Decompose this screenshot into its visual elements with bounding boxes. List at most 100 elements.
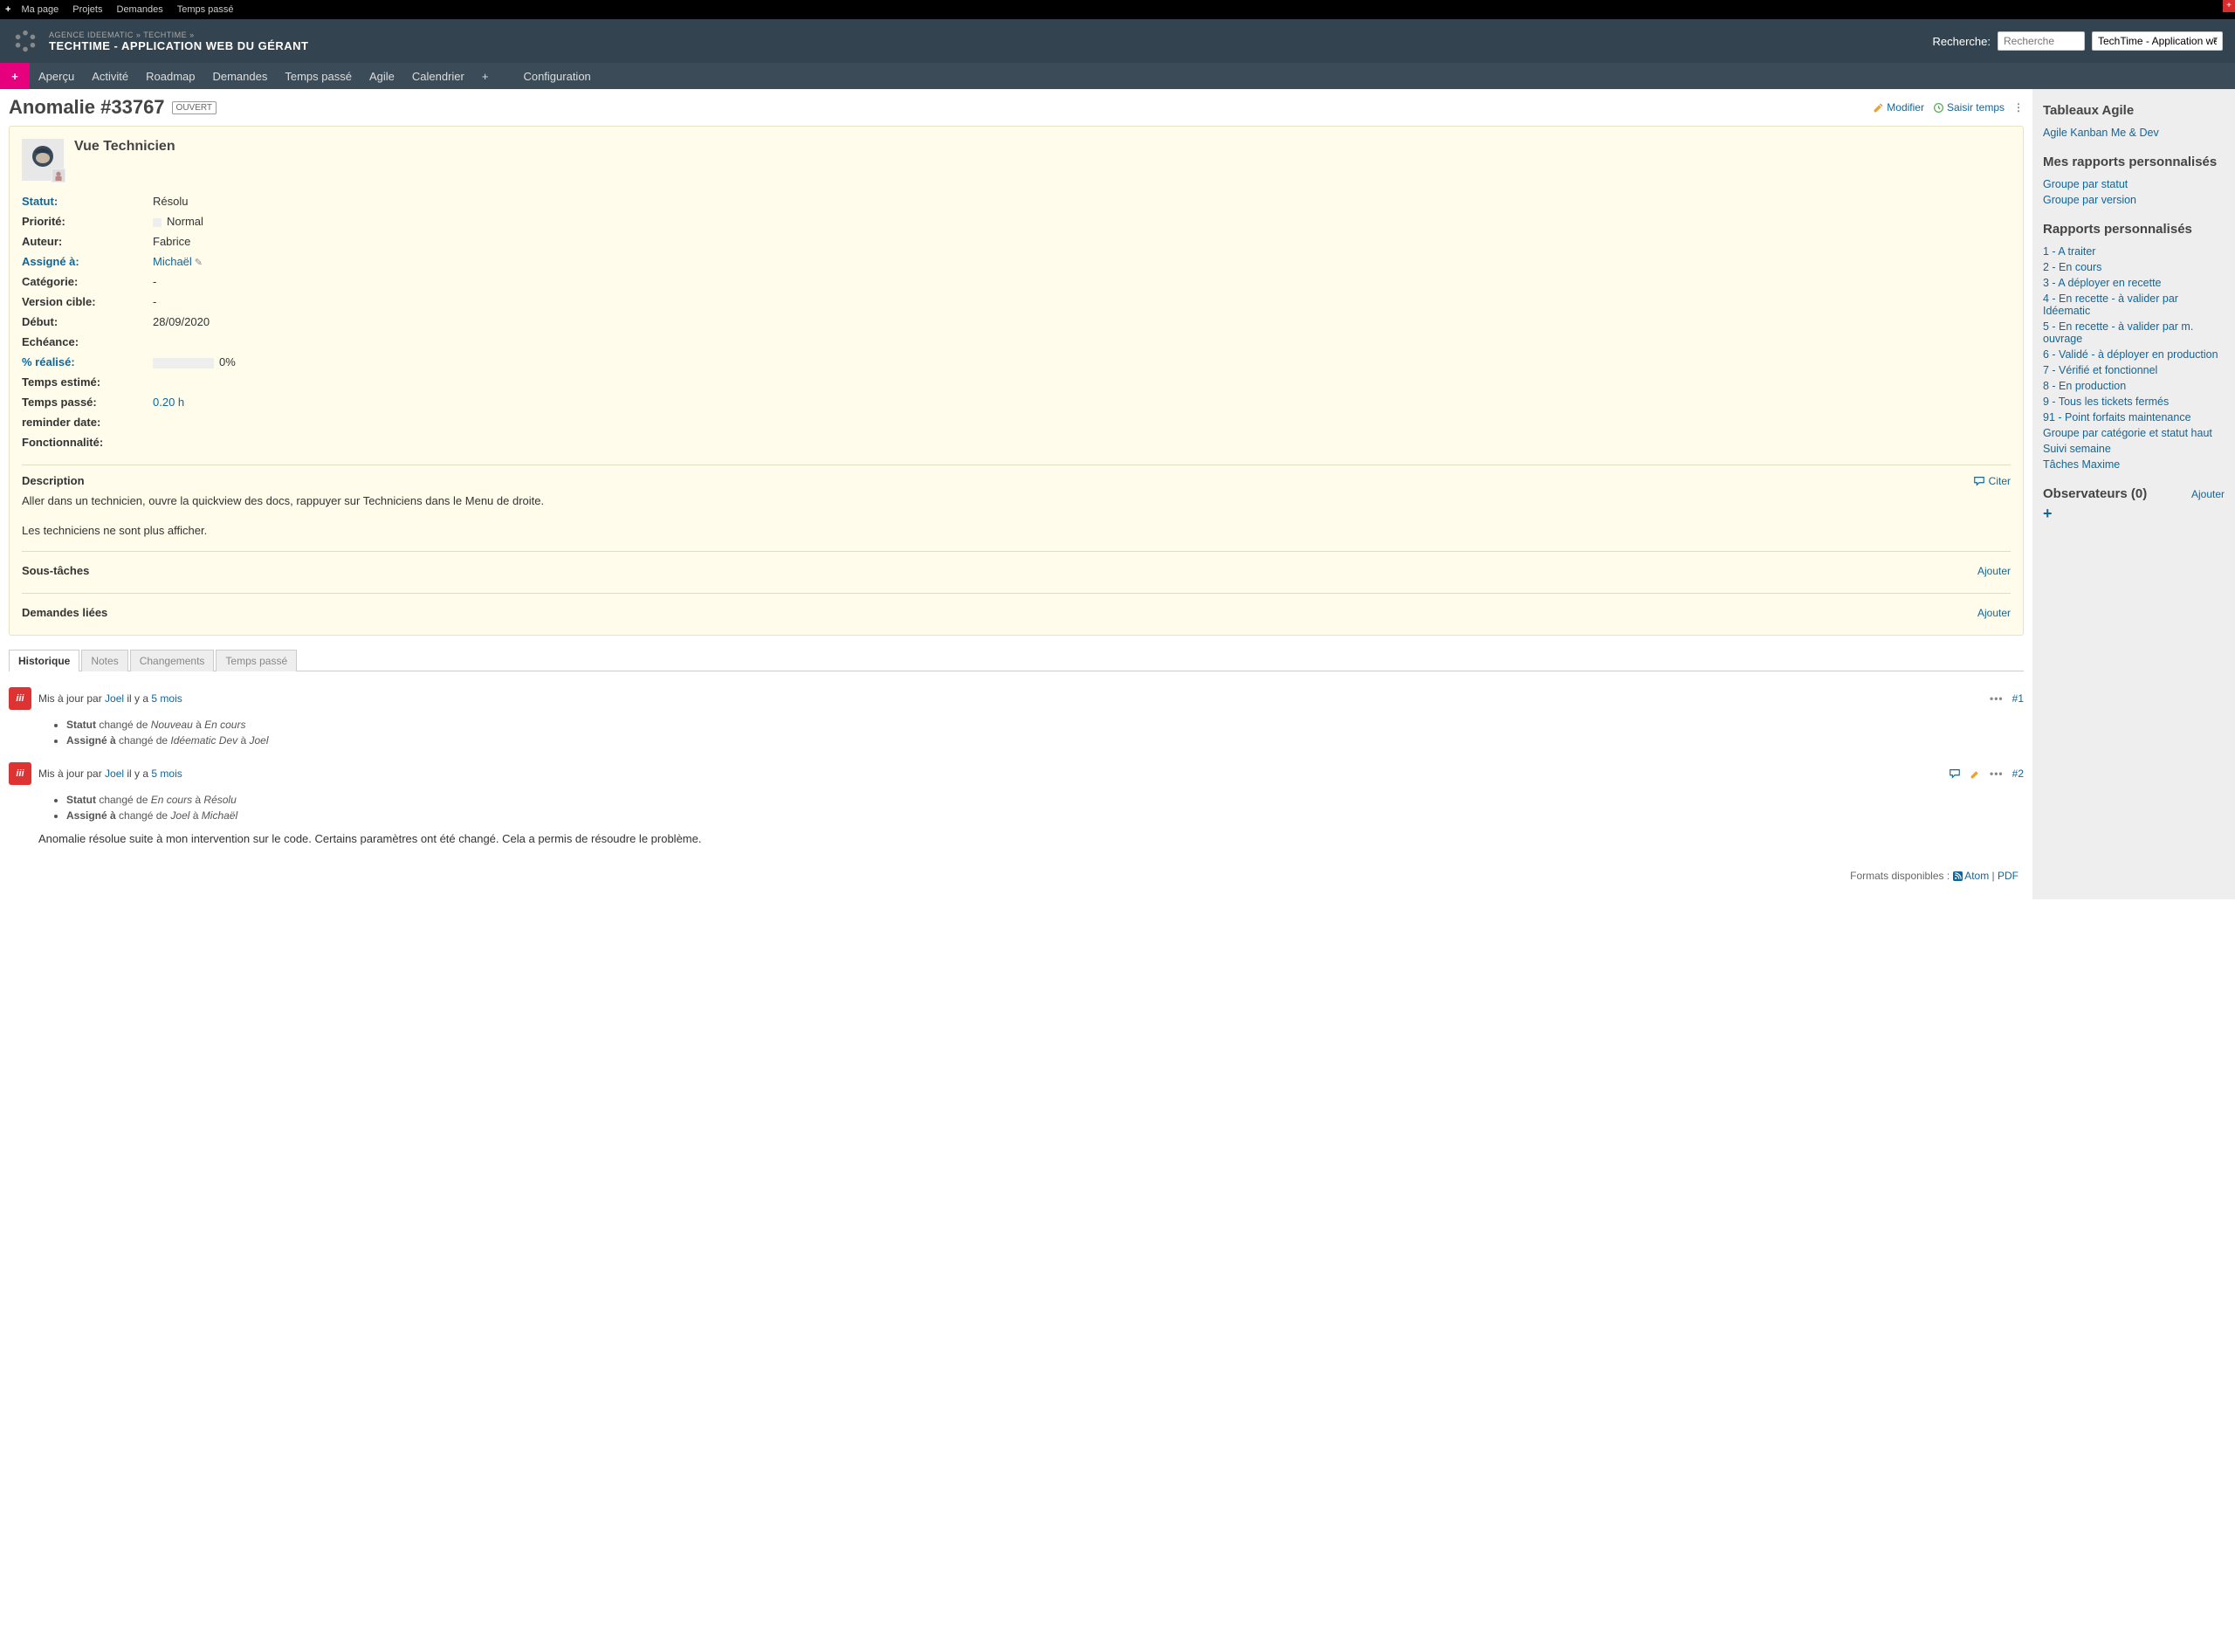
sidebar-rapport-9[interactable]: 91 - Point forfaits maintenance	[2043, 410, 2225, 425]
sidebar-rapport-3[interactable]: 4 - En recette - à valider par Idéematic	[2043, 291, 2225, 319]
entry-avatar: iii	[9, 762, 31, 785]
sidebar-rapport-7[interactable]: 8 - En production	[2043, 378, 2225, 394]
nav-roadmap[interactable]: Roadmap	[137, 63, 203, 89]
sidebar-mesrapports-heading: Mes rapports personnalisés	[2043, 155, 2225, 169]
sidebar-observateurs-add[interactable]: Ajouter	[2191, 488, 2225, 500]
sidebar-rapport-11[interactable]: Suivi semaine	[2043, 441, 2225, 457]
sidebar-rapport-12[interactable]: Tâches Maxime	[2043, 457, 2225, 472]
topbar-mapage[interactable]: Ma page	[14, 4, 65, 15]
change-item: Statut changé de Nouveau à En cours	[66, 717, 2024, 733]
entry-user-link[interactable]: Joel	[105, 767, 124, 780]
nav-calendrier[interactable]: Calendrier	[403, 63, 473, 89]
search-input[interactable]	[1998, 31, 2085, 51]
nav-apercu[interactable]: Aperçu	[30, 63, 83, 89]
entry-meta: Mis à jour par Joel il y a 5 mois	[38, 767, 182, 780]
field-version-value: -	[153, 295, 156, 308]
project-select[interactable]	[2092, 31, 2223, 51]
field-assigne-value: Michaël✎	[153, 255, 203, 268]
edit-assigne-icon[interactable]: ✎	[195, 258, 203, 268]
status-badge: OUVERT	[172, 101, 217, 114]
sidebar-mesrapport-1[interactable]: Groupe par version	[2043, 192, 2225, 208]
topbar-plus-icon[interactable]: +	[5, 4, 14, 15]
sidebar-rapports-heading: Rapports personnalisés	[2043, 222, 2225, 237]
citer-link[interactable]: Citer	[1973, 475, 2011, 487]
nav-add[interactable]: +	[473, 63, 498, 89]
sidebar-rapport-10[interactable]: Groupe par catégorie et statut haut	[2043, 425, 2225, 441]
field-estime-label: Temps estimé:	[22, 375, 153, 389]
sidebar-mesrapport-0[interactable]: Groupe par statut	[2043, 176, 2225, 192]
history-tabs: Historique Notes Changements Temps passé	[9, 650, 2024, 671]
entry-anchor-link[interactable]: #1	[2012, 692, 2024, 705]
search-label: Recherche:	[1933, 35, 1991, 48]
field-statut-value: Résolu	[153, 195, 188, 208]
sub-avatar	[52, 169, 65, 182]
entry-time-link[interactable]: 5 mois	[151, 692, 182, 705]
saisir-temps-link[interactable]: Saisir temps	[1933, 101, 2005, 114]
nav-temps[interactable]: Temps passé	[276, 63, 361, 89]
sidebar-agile-link[interactable]: Agile Kanban Me & Dev	[2043, 125, 2225, 141]
topbar-projets[interactable]: Projets	[65, 4, 109, 15]
field-fonc-label: Fonctionnalité:	[22, 436, 153, 449]
clock-icon	[1933, 102, 1944, 114]
field-debut-value: 28/09/2020	[153, 315, 210, 328]
sidebar-observateurs-heading: Observateurs (0)	[2043, 486, 2147, 501]
change-item: Statut changé de En cours à Résolu	[66, 792, 2024, 808]
format-pdf-link[interactable]: PDF	[1998, 870, 2018, 882]
entry-anchor-link[interactable]: #2	[2012, 767, 2024, 780]
more-icon[interactable]: ⋮	[2013, 101, 2024, 114]
avatar	[22, 139, 64, 181]
field-realise-label[interactable]: % réalisé:	[22, 355, 153, 368]
field-echeance-label: Echéance:	[22, 335, 153, 348]
topbar-demandes[interactable]: Demandes	[110, 4, 170, 15]
field-statut-label[interactable]: Statut:	[22, 195, 153, 208]
logo-icon	[12, 28, 38, 54]
sidebar-rapport-4[interactable]: 5 - En recette - à valider par m. ouvrag…	[2043, 319, 2225, 347]
topbar-temps[interactable]: Temps passé	[170, 4, 241, 15]
speech-icon[interactable]	[1949, 767, 1961, 780]
nav-agile[interactable]: Agile	[361, 63, 403, 89]
topbar-close-icon[interactable]: +	[2223, 0, 2235, 12]
sidebar-rapport-8[interactable]: 9 - Tous les tickets fermés	[2043, 394, 2225, 410]
sidebar-rapport-0[interactable]: 1 - A traiter	[2043, 244, 2225, 259]
entry-avatar: iii	[9, 687, 31, 710]
tab-temps[interactable]: Temps passé	[216, 650, 297, 671]
main-nav: + Aperçu Activité Roadmap Demandes Temps…	[0, 63, 2235, 89]
entry-more-icon[interactable]: •••	[1990, 692, 2004, 705]
field-assigne-label[interactable]: Assigné à:	[22, 255, 153, 268]
entry-more-icon[interactable]: •••	[1990, 767, 2004, 780]
tab-notes[interactable]: Notes	[81, 650, 127, 671]
speech-icon	[1973, 475, 1985, 487]
tab-historique[interactable]: Historique	[9, 650, 79, 671]
nav-plus-button[interactable]: +	[0, 63, 30, 89]
nav-activite[interactable]: Activité	[83, 63, 137, 89]
sidebar-rapport-5[interactable]: 6 - Validé - à déployer en production	[2043, 347, 2225, 362]
tab-changements[interactable]: Changements	[130, 650, 215, 671]
related-add-link[interactable]: Ajouter	[1977, 607, 2011, 619]
assigne-user-link[interactable]: Michaël	[153, 255, 192, 268]
sidebar-rapport-2[interactable]: 3 - A déployer en recette	[2043, 275, 2225, 291]
formats-footer: Formats disponibles : Atom | PDF	[9, 870, 2024, 882]
nav-configuration[interactable]: Configuration	[514, 63, 599, 89]
field-auteur-value: Fabrice	[153, 235, 190, 248]
format-atom-link[interactable]: Atom	[1964, 870, 1989, 882]
pencil-icon[interactable]	[1970, 768, 1981, 780]
field-version-label: Version cible:	[22, 295, 153, 308]
subtasks-add-link[interactable]: Ajouter	[1977, 565, 2011, 577]
rss-icon	[1953, 871, 1963, 881]
history-entry: iii Mis à jour par Joel il y a 5 mois ••• #…	[9, 755, 2024, 852]
description-heading: Description	[22, 474, 85, 487]
entry-user-link[interactable]: Joel	[105, 692, 124, 705]
field-categorie-label: Catégorie:	[22, 275, 153, 288]
nav-demandes[interactable]: Demandes	[203, 63, 276, 89]
modifier-link[interactable]: Modifier	[1873, 101, 1924, 114]
field-passe-label: Temps passé:	[22, 396, 153, 409]
sidebar-rapport-1[interactable]: 2 - En cours	[2043, 259, 2225, 275]
field-priorite-value: Normal	[153, 215, 203, 228]
entry-time-link[interactable]: 5 mois	[151, 767, 182, 780]
pencil-icon	[1873, 102, 1884, 114]
entry-note: Anomalie résolue suite à mon interventio…	[38, 832, 2024, 845]
sidebar-plus-icon[interactable]: +	[2043, 505, 2053, 523]
change-item: Assigné à changé de Idéematic Dev à Joel	[66, 733, 2024, 748]
temps-passe-link[interactable]: 0.20 h	[153, 396, 184, 409]
sidebar-rapport-6[interactable]: 7 - Vérifié et fonctionnel	[2043, 362, 2225, 378]
